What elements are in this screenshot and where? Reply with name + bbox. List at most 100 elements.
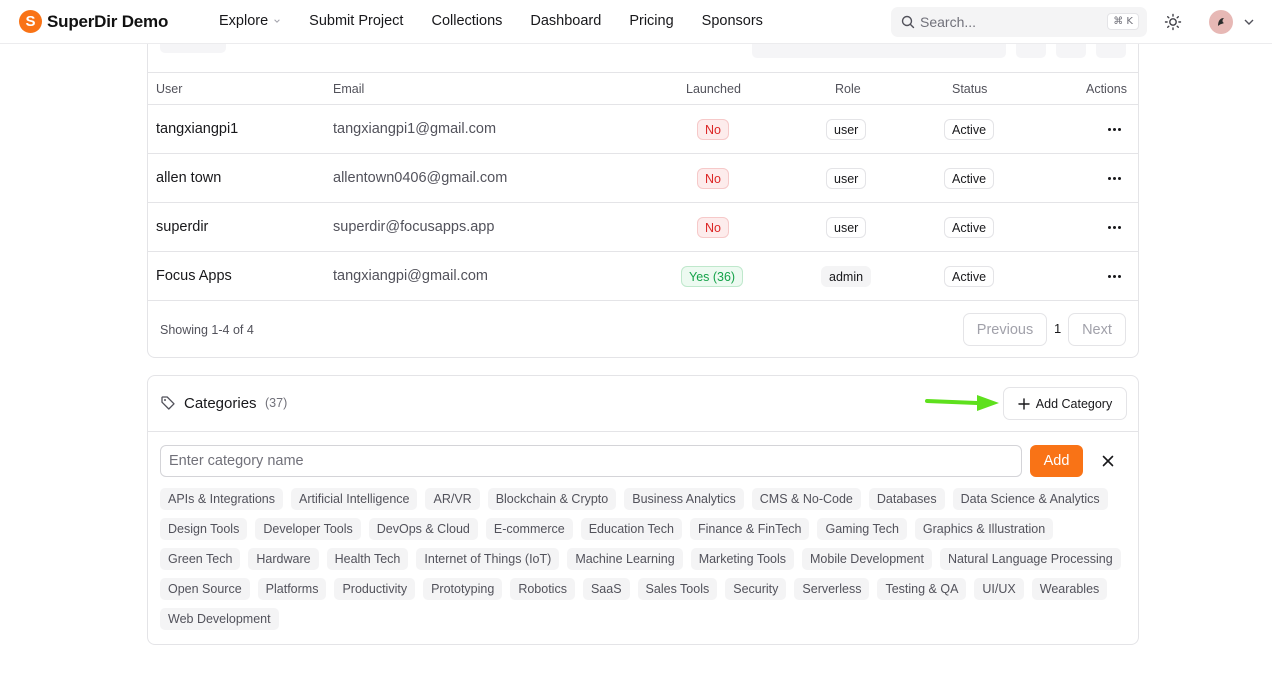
category-chip[interactable]: SaaS	[582, 578, 630, 600]
category-chip[interactable]: Green Tech	[160, 548, 241, 570]
tag-icon	[161, 396, 175, 410]
category-chip[interactable]: AR/VR	[425, 488, 480, 510]
next-page-button[interactable]: Next	[1068, 313, 1126, 346]
category-chip[interactable]: Machine Learning	[567, 548, 683, 570]
status-badge: Active	[944, 266, 995, 287]
categories-title: Categories	[184, 395, 257, 412]
category-chip[interactable]: Artificial Intelligence	[291, 488, 418, 510]
category-chip[interactable]: Robotics	[510, 578, 575, 600]
row-actions-icon[interactable]	[1106, 170, 1122, 186]
category-chip[interactable]: APIs & Integrations	[160, 488, 284, 510]
chevron-down-icon	[274, 19, 280, 23]
category-chip[interactable]: Marketing Tools	[690, 548, 794, 570]
category-chip[interactable]: Design Tools	[160, 518, 248, 540]
search-shortcut: ⌘ K	[1107, 13, 1139, 30]
category-chip[interactable]: Hardware	[248, 548, 319, 570]
pagination-summary: Showing 1-4 of 4	[160, 323, 254, 337]
category-chip[interactable]: Finance & FinTech	[689, 518, 810, 540]
launched-badge: No	[697, 119, 729, 140]
category-chip[interactable]: Open Source	[160, 578, 250, 600]
categories-card: Categories (37) Add Category Add APIs & …	[147, 375, 1139, 645]
table-header: User Email Launched Role Status Actions	[148, 72, 1138, 105]
current-page[interactable]: 1	[1054, 321, 1061, 336]
category-chip[interactable]: Graphics & Illustration	[914, 518, 1054, 540]
category-name-input[interactable]	[160, 445, 1022, 477]
sun-icon[interactable]	[1164, 13, 1182, 31]
column-header-actions: Actions	[1086, 82, 1127, 96]
users-card: User Email Launched Role Status Actions …	[147, 20, 1139, 358]
user-name: tangxiangpi1	[156, 121, 239, 137]
add-button[interactable]: Add	[1030, 445, 1083, 477]
previous-page-button[interactable]: Previous	[963, 313, 1047, 346]
user-name: Focus Apps	[156, 268, 232, 284]
column-header-role[interactable]: Role	[835, 82, 861, 96]
category-chip[interactable]: Education Tech	[580, 518, 682, 540]
category-chip[interactable]: Data Science & Analytics	[952, 488, 1108, 510]
search-bar[interactable]: Search... ⌘ K	[891, 7, 1147, 37]
plus-icon	[1018, 397, 1030, 410]
category-chip[interactable]: Web Development	[160, 608, 279, 630]
chevron-down-icon[interactable]	[1243, 17, 1255, 27]
category-chip[interactable]: Blockchain & Crypto	[487, 488, 617, 510]
category-chip[interactable]: DevOps & Cloud	[368, 518, 478, 540]
category-chip[interactable]: Developer Tools	[255, 518, 361, 540]
nav-item-sponsors[interactable]: Sponsors	[702, 13, 763, 29]
add-category-label: Add Category	[1035, 396, 1113, 411]
nav-item-submit-project[interactable]: Submit Project	[309, 13, 403, 29]
category-chip[interactable]: Natural Language Processing	[939, 548, 1121, 570]
category-chip[interactable]: Sales Tools	[637, 578, 718, 600]
brand-name: SuperDir Demo	[47, 11, 169, 31]
category-chip[interactable]: Productivity	[334, 578, 416, 600]
categories-header: Categories (37) Add Category	[148, 376, 1138, 432]
category-chip[interactable]: Business Analytics	[624, 488, 744, 510]
category-chip[interactable]: Health Tech	[326, 548, 409, 570]
categories-count: (37)	[265, 396, 288, 410]
category-chip[interactable]: UI/UX	[974, 578, 1024, 600]
add-category-button[interactable]: Add Category	[1003, 387, 1127, 420]
nav-item-pricing[interactable]: Pricing	[629, 13, 673, 29]
user-email: tangxiangpi@gmail.com	[333, 268, 488, 284]
column-header-user[interactable]: User	[156, 82, 182, 96]
launched-badge: No	[697, 168, 729, 189]
nav-item-collections[interactable]: Collections	[431, 13, 502, 29]
role-badge: user	[826, 119, 867, 140]
launched-badge: No	[697, 217, 729, 238]
status-badge: Active	[944, 217, 995, 238]
column-header-status[interactable]: Status	[952, 82, 987, 96]
category-chip[interactable]: Internet of Things (IoT)	[416, 548, 560, 570]
brand-logo[interactable]: S SuperDir Demo	[19, 10, 168, 33]
row-actions-icon[interactable]	[1106, 268, 1122, 284]
top-header: S SuperDir Demo Explore Submit Project C…	[0, 0, 1272, 44]
column-header-launched[interactable]: Launched	[686, 82, 741, 96]
user-name: allen town	[156, 170, 222, 186]
role-badge: user	[826, 217, 867, 238]
launched-badge: Yes (36)	[681, 266, 744, 287]
category-chip[interactable]: Security	[725, 578, 787, 600]
main-nav: Explore Submit Project Collections Dashb…	[219, 13, 791, 29]
status-badge: Active	[944, 168, 995, 189]
table-row: Focus Apps tangxiangpi@gmail.com Yes (36…	[148, 252, 1138, 301]
category-chip[interactable]: Prototyping	[423, 578, 503, 600]
category-chip[interactable]: E-commerce	[485, 518, 573, 540]
category-chip[interactable]: Testing & QA	[877, 578, 967, 600]
row-actions-icon[interactable]	[1106, 121, 1122, 137]
category-chip[interactable]: Serverless	[794, 578, 870, 600]
status-badge: Active	[944, 119, 995, 140]
category-chip[interactable]: Gaming Tech	[817, 518, 907, 540]
category-chip[interactable]: Databases	[868, 488, 945, 510]
role-badge: admin	[821, 266, 872, 287]
user-name: superdir	[156, 219, 209, 235]
nav-item-dashboard[interactable]: Dashboard	[530, 13, 601, 29]
avatar[interactable]	[1209, 10, 1233, 34]
table-row: allen town allentown0406@gmail.com No us…	[148, 154, 1138, 203]
table-row: tangxiangpi1 tangxiangpi1@gmail.com No u…	[148, 105, 1138, 154]
close-icon[interactable]	[1100, 453, 1116, 469]
search-icon	[901, 15, 915, 29]
nav-item-explore[interactable]: Explore	[219, 13, 281, 29]
column-header-email[interactable]: Email	[333, 82, 364, 96]
category-chip[interactable]: Platforms	[257, 578, 327, 600]
category-chip[interactable]: CMS & No-Code	[751, 488, 861, 510]
row-actions-icon[interactable]	[1106, 219, 1122, 235]
category-chip[interactable]: Wearables	[1031, 578, 1108, 600]
category-chip[interactable]: Mobile Development	[802, 548, 932, 570]
